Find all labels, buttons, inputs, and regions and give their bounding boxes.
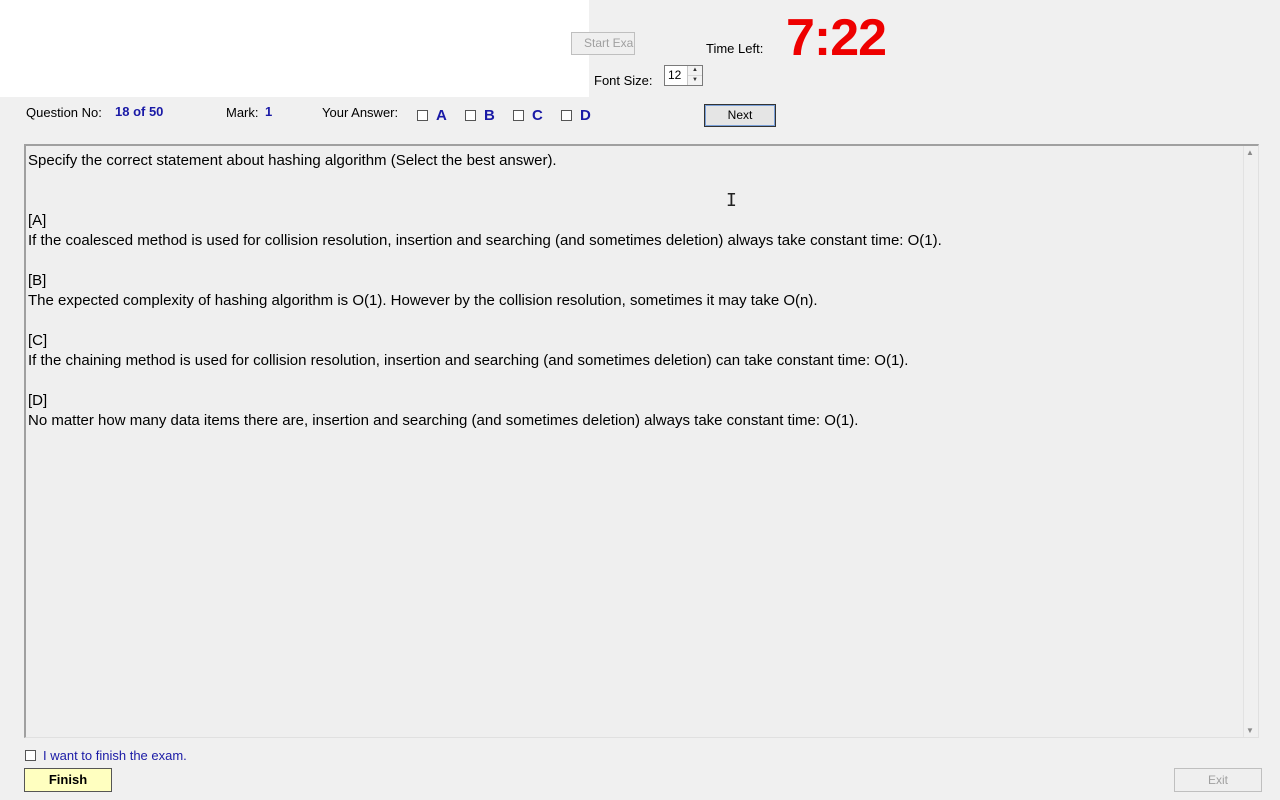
finish-checkbox-label[interactable]: I want to finish the exam.	[43, 748, 187, 763]
answer-text-d: No matter how many data items there are,…	[28, 412, 859, 429]
time-left-label: Time Left:	[706, 41, 764, 56]
answer-checkbox-b[interactable]	[465, 110, 476, 121]
question-prompt: Specify the correct statement about hash…	[28, 152, 557, 169]
answer-tag-d: [D]	[28, 392, 48, 409]
answer-text-b: The expected complexity of hashing algor…	[28, 292, 818, 309]
answer-text-a: If the coalesced method is used for coll…	[28, 232, 942, 249]
mark-label: Mark:	[226, 105, 259, 120]
time-left-value: 7:22	[786, 9, 887, 67]
answer-tag-b: [B]	[28, 272, 47, 289]
answer-text-c: If the chaining method is used for colli…	[28, 352, 909, 369]
text-cursor-icon: I	[726, 190, 737, 211]
finish-button[interactable]: Finish	[24, 768, 112, 792]
font-size-value[interactable]: 12	[668, 68, 681, 82]
exit-button[interactable]: Exit	[1174, 768, 1262, 792]
your-answer-label: Your Answer:	[322, 105, 399, 120]
font-size-spinner[interactable]: 12 ▲ ▼	[664, 65, 703, 86]
answer-letter-b: B	[484, 107, 495, 124]
question-no-value: 18 of 50	[115, 104, 164, 119]
scroll-down-icon[interactable]: ▼	[1246, 726, 1254, 735]
spin-down-icon[interactable]: ▼	[688, 76, 702, 85]
answer-checkbox-c[interactable]	[513, 110, 524, 121]
vertical-scrollbar[interactable]: ▲ ▼	[1243, 146, 1258, 737]
answer-letter-c: C	[532, 107, 543, 124]
finish-confirm-checkbox[interactable]: I want to finish the exam.	[25, 748, 187, 763]
question-text-area: Specify the correct statement about hash…	[28, 151, 1238, 431]
answer-tag-a: [A]	[28, 212, 47, 229]
spinner-arrows: ▲ ▼	[687, 66, 702, 85]
start-exam-button[interactable]: Start Exam	[571, 32, 635, 55]
answer-checkbox-d[interactable]	[561, 110, 572, 121]
answer-option-b[interactable]: B	[465, 107, 495, 124]
mark-value: 1	[265, 104, 273, 119]
answer-letter-d: D	[580, 107, 591, 124]
answer-tag-c: [C]	[28, 332, 48, 349]
blank-overlay-panel	[0, 0, 589, 97]
finish-checkbox-box[interactable]	[25, 750, 36, 761]
next-button[interactable]: Next	[704, 104, 776, 127]
answer-option-c[interactable]: C	[513, 107, 543, 124]
question-content-box[interactable]: Specify the correct statement about hash…	[24, 144, 1259, 738]
answer-option-a[interactable]: A	[417, 107, 447, 124]
font-size-label: Font Size:	[594, 73, 653, 88]
scroll-up-icon[interactable]: ▲	[1246, 148, 1254, 157]
answer-letter-a: A	[436, 107, 447, 124]
spin-up-icon[interactable]: ▲	[688, 66, 702, 76]
answer-checkbox-a[interactable]	[417, 110, 428, 121]
exam-window: Start Exam Time Left: 7:22 Font Size: 12…	[0, 0, 1280, 800]
answer-option-d[interactable]: D	[561, 107, 591, 124]
question-no-label: Question No:	[26, 105, 102, 120]
